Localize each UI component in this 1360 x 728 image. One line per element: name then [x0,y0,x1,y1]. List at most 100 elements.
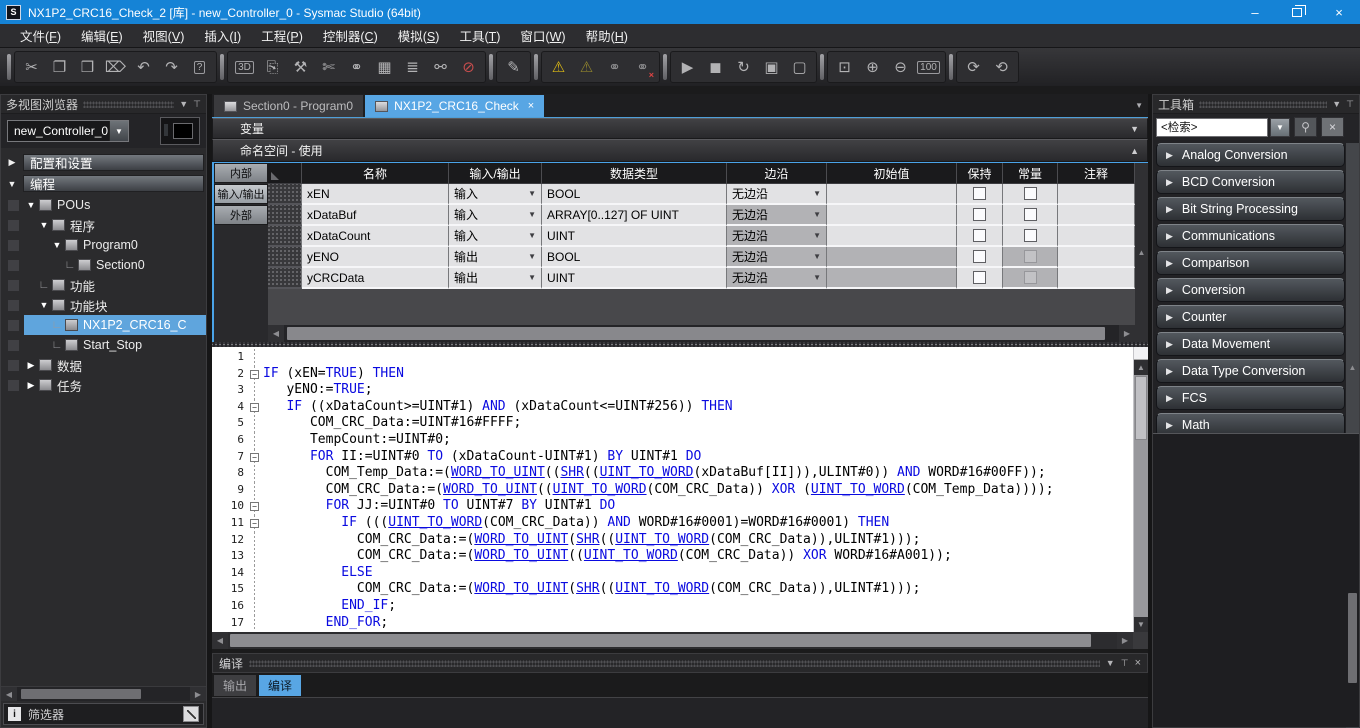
redo-button[interactable]: ↷ [158,54,185,81]
scroll-left-button[interactable]: ◀ [1,687,17,701]
code-line[interactable]: 17 END_FOR; [212,615,1133,632]
build-button[interactable]: ⚒ [287,54,314,81]
var-name-cell[interactable]: xDataBuf [302,205,449,226]
chevron-down-icon[interactable]: ▼ [1106,658,1115,668]
constant-checkbox[interactable] [1024,208,1037,221]
code-line[interactable]: 12 COM_CRC_Data:=(WORD_TO_UINT(SHR((UINT… [212,532,1133,549]
io-select[interactable]: 输入▼ [449,184,542,205]
multiview-explorer-header[interactable]: 多视图浏览器 ▼ ⊤ [1,95,206,114]
search-button[interactable]: ⚲ [1294,117,1317,137]
menu-item[interactable]: 文件(F) [10,23,71,48]
restore-button[interactable] [1276,0,1318,24]
cross-reference-button[interactable]: ≣ [399,54,426,81]
clear-search-button[interactable]: × [1321,117,1344,137]
synchronize-button[interactable]: ↻ [730,54,757,81]
toolbox-search-input[interactable] [1156,118,1268,137]
data-type-cell[interactable]: UINT [542,268,727,289]
code-line[interactable]: 2−IF (xEN=TRUE) THEN [212,366,1133,383]
retain-checkbox[interactable] [973,250,986,263]
namespace-bar[interactable]: 命名空间 - 使用 ▲ [212,139,1148,162]
build-tab-输出[interactable]: 输出 [214,675,256,696]
io-select[interactable]: 输出▼ [449,247,542,268]
initial-value-cell[interactable] [827,226,957,247]
search-all-button[interactable]: ⚯ [427,54,454,81]
close-tab-icon[interactable]: × [528,100,534,112]
io-select[interactable]: 输出▼ [449,268,542,289]
var-scope-tab-输入/输出[interactable]: 输入/输出 [214,184,268,204]
toolbox-category[interactable]: ▶Conversion [1156,278,1345,302]
tree-item-程序[interactable]: ▼程序 [1,215,206,235]
run-mode-button[interactable]: ⟳ [960,54,987,81]
tree-item-功能[interactable]: ∟功能 [1,275,206,295]
row-handle[interactable] [268,226,302,247]
scroll-up-button[interactable]: ▲ [1135,163,1148,342]
toolbox-category[interactable]: ▶Data Type Conversion [1156,359,1345,383]
chevron-down-icon[interactable]: ▼ [1332,99,1341,109]
chevron-down-icon[interactable]: ▼ [1270,118,1290,137]
filter-pin-icon[interactable] [183,706,199,722]
menu-item[interactable]: 模拟(S) [388,23,450,48]
initial-value-cell[interactable] [827,205,957,226]
code-line[interactable]: 6 TempCount:=UINT#0; [212,432,1133,449]
scrollbar-thumb[interactable] [1135,376,1147,440]
code-line[interactable]: 8 COM_Temp_Data:=(WORD_TO_UINT((SHR((UIN… [212,465,1133,482]
initial-value-cell[interactable] [827,184,957,205]
tree-item-Program0[interactable]: ▼Program0 [1,235,206,255]
scroll-right-button[interactable]: ▶ [1117,632,1133,649]
menu-item[interactable]: 工具(T) [449,23,510,48]
scrollbar-thumb[interactable] [230,634,1091,647]
toolbox-category[interactable]: ▶BCD Conversion [1156,170,1345,194]
st-code-editor[interactable]: 12−IF (xEN=TRUE) THEN3 yENO:=TRUE;4− IF … [212,347,1148,632]
toolbox-category[interactable]: ▶Counter [1156,305,1345,329]
menu-item[interactable]: 窗口(W) [510,23,575,48]
var-name-cell[interactable]: xEN [302,184,449,205]
tree-item-Section0[interactable]: ∟Section0 [1,255,206,275]
scroll-right-button[interactable]: ▶ [1119,325,1135,342]
zoom-out-button[interactable]: ⊖ [887,54,914,81]
menu-item[interactable]: 编辑(E) [71,23,133,48]
3d-view-button[interactable]: 3D [231,54,258,81]
comment-cell[interactable] [1058,268,1135,289]
zoom-fit-button[interactable]: ⊡ [831,54,858,81]
constant-checkbox[interactable] [1024,187,1037,200]
chevron-right-icon[interactable]: ▶ [24,380,38,391]
scrollbar-thumb[interactable] [287,327,1105,340]
chevron-right-icon[interactable]: ▶ [24,360,38,371]
retain-checkbox[interactable] [973,271,986,284]
help-button[interactable]: ? [186,54,213,81]
output-window-button[interactable]: ⎘ [259,54,286,81]
chevron-down-icon[interactable]: ▼ [50,240,64,250]
scroll-left-button[interactable]: ◀ [212,632,228,649]
code-line[interactable]: 9 COM_CRC_Data:=(WORD_TO_UINT((UINT_TO_W… [212,482,1133,499]
toolbox-category[interactable]: ▶Comparison [1156,251,1345,275]
warning-on-button[interactable]: ⚠ [545,54,572,81]
code-line[interactable]: 7− FOR II:=UINT#0 TO (xDataCount-UINT#1)… [212,449,1133,466]
code-line[interactable]: 13 COM_CRC_Data:=(WORD_TO_UINT((UINT_TO_… [212,548,1133,565]
filter-bar[interactable]: i 筛选器 [3,703,204,725]
chevron-down-icon[interactable]: ▼ [37,220,51,230]
fold-toggle-icon[interactable]: − [250,403,259,412]
toolbox-category[interactable]: ▶Bit String Processing [1156,197,1345,221]
undo-button[interactable]: ↶ [130,54,157,81]
tree-item-功能块[interactable]: ▼功能块 [1,295,206,315]
transfer-from-controller-button[interactable]: ▢ [786,54,813,81]
menu-item[interactable]: 帮助(H) [576,23,638,48]
tree-item-POUs[interactable]: ▼POUs [1,195,206,215]
scroll-up-button[interactable]: ▲ [1134,360,1148,375]
zoom-100-button[interactable]: 100 [915,54,942,81]
data-type-cell[interactable]: UINT [542,226,727,247]
chevron-up-icon[interactable]: ▲ [1130,146,1139,156]
var-scope-tab-外部[interactable]: 外部 [214,205,268,225]
retain-checkbox[interactable] [973,187,986,200]
chevron-down-icon[interactable]: ▼ [109,121,128,141]
close-icon[interactable]: × [1135,657,1141,669]
document-tab[interactable]: Section0 - Program0 [214,95,363,117]
code-line[interactable]: 15 COM_CRC_Data:=(WORD_TO_UINT(SHR((UINT… [212,581,1133,598]
code-line[interactable]: 4− IF ((xDataCount>=UINT#1) AND (xDataCo… [212,399,1133,416]
offline-button[interactable]: ◼ [702,54,729,81]
fold-toggle-icon[interactable]: − [250,453,259,462]
fold-toggle-icon[interactable]: − [250,502,259,511]
var-name-cell[interactable]: yENO [302,247,449,268]
delete-button[interactable]: ⌦ [102,54,129,81]
warning-off-button[interactable]: ⚠ [573,54,600,81]
